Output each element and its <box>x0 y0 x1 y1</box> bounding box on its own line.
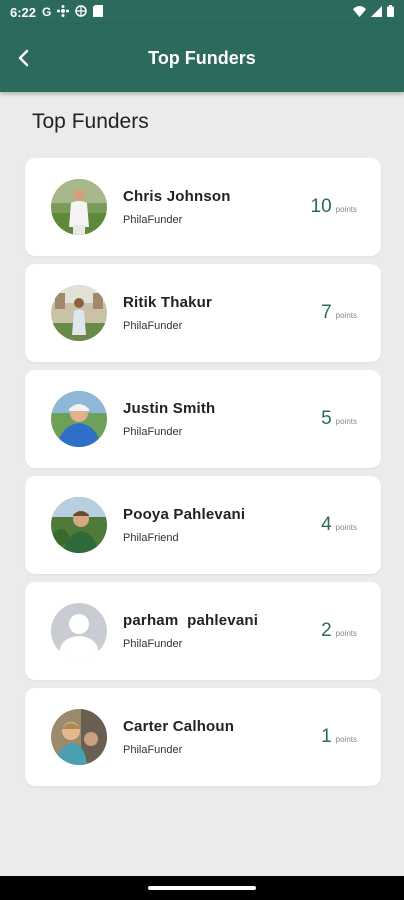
funder-points: 4 points <box>321 514 357 536</box>
funder-name: Chris Johnson <box>123 188 231 205</box>
default-user-icon <box>51 603 107 659</box>
battery-icon <box>387 4 394 20</box>
points-label: points <box>335 735 357 744</box>
points-value: 1 <box>321 726 332 747</box>
points-value: 10 <box>310 196 332 217</box>
funder-card[interactable]: Pooya Pahlevani PhilaFriend 4 points <box>25 476 381 574</box>
storage-icon <box>93 4 104 20</box>
navigation-bar <box>0 876 404 900</box>
share-icon <box>57 4 70 20</box>
status-time: 6:22 <box>10 4 37 20</box>
funder-card[interactable]: Ritik Thakur PhilaFunder 7 points <box>25 264 381 362</box>
funder-points: 10 points <box>311 196 358 218</box>
points-label: points <box>335 205 357 214</box>
points-value: 2 <box>321 620 332 641</box>
avatar <box>51 179 107 235</box>
avatar <box>51 285 107 341</box>
funder-card[interactable]: parham pahlevani PhilaFunder 2 points <box>25 582 381 680</box>
app-bar: Top Funders <box>0 24 404 92</box>
funder-card[interactable]: Chris Johnson PhilaFunder 10 points <box>25 158 381 256</box>
vpn-icon <box>75 4 88 20</box>
funder-name: Ritik Thakur <box>123 294 213 311</box>
app-bar-title: Top Funders <box>148 47 256 68</box>
page-heading: Top Funders <box>32 110 149 133</box>
funder-role: PhilaFunder <box>123 426 183 438</box>
points-value: 7 <box>321 302 332 323</box>
wifi-icon <box>353 5 366 20</box>
avatar <box>51 603 107 659</box>
funder-role: PhilaFunder <box>123 638 183 650</box>
avatar <box>51 391 107 447</box>
funder-points: 1 points <box>321 726 357 748</box>
avatar <box>51 497 107 553</box>
funder-name: Justin Smith <box>123 400 216 417</box>
cellular-signal-icon <box>371 5 382 20</box>
funder-card[interactable]: Justin Smith PhilaFunder 5 points <box>25 370 381 468</box>
home-indicator[interactable] <box>148 886 256 890</box>
points-value: 5 <box>321 408 332 429</box>
funder-points: 5 points <box>321 408 357 430</box>
avatar <box>51 709 107 765</box>
arrow-back-icon <box>18 49 29 67</box>
funder-role: PhilaFunder <box>123 744 183 756</box>
points-label: points <box>335 523 357 532</box>
status-bar: 6:22 G <box>0 0 404 24</box>
funder-card[interactable]: Carter Calhoun PhilaFunder 1 points <box>25 688 381 786</box>
funder-name: parham pahlevani <box>123 612 259 629</box>
points-value: 4 <box>321 514 332 535</box>
points-label: points <box>335 629 357 638</box>
points-label: points <box>335 417 357 426</box>
funder-role: PhilaFriend <box>123 532 179 544</box>
funder-role: PhilaFunder <box>123 320 183 332</box>
funder-name: Carter Calhoun <box>123 718 235 735</box>
funders-list: Chris Johnson PhilaFunder 10 points Riti… <box>25 158 381 794</box>
funder-role: PhilaFunder <box>123 214 183 226</box>
back-button[interactable] <box>10 44 38 72</box>
funder-points: 2 points <box>321 620 357 642</box>
points-label: points <box>335 311 357 320</box>
funder-name: Pooya Pahlevani <box>123 506 246 523</box>
funder-points: 7 points <box>321 302 357 324</box>
google-icon: G <box>42 5 52 19</box>
